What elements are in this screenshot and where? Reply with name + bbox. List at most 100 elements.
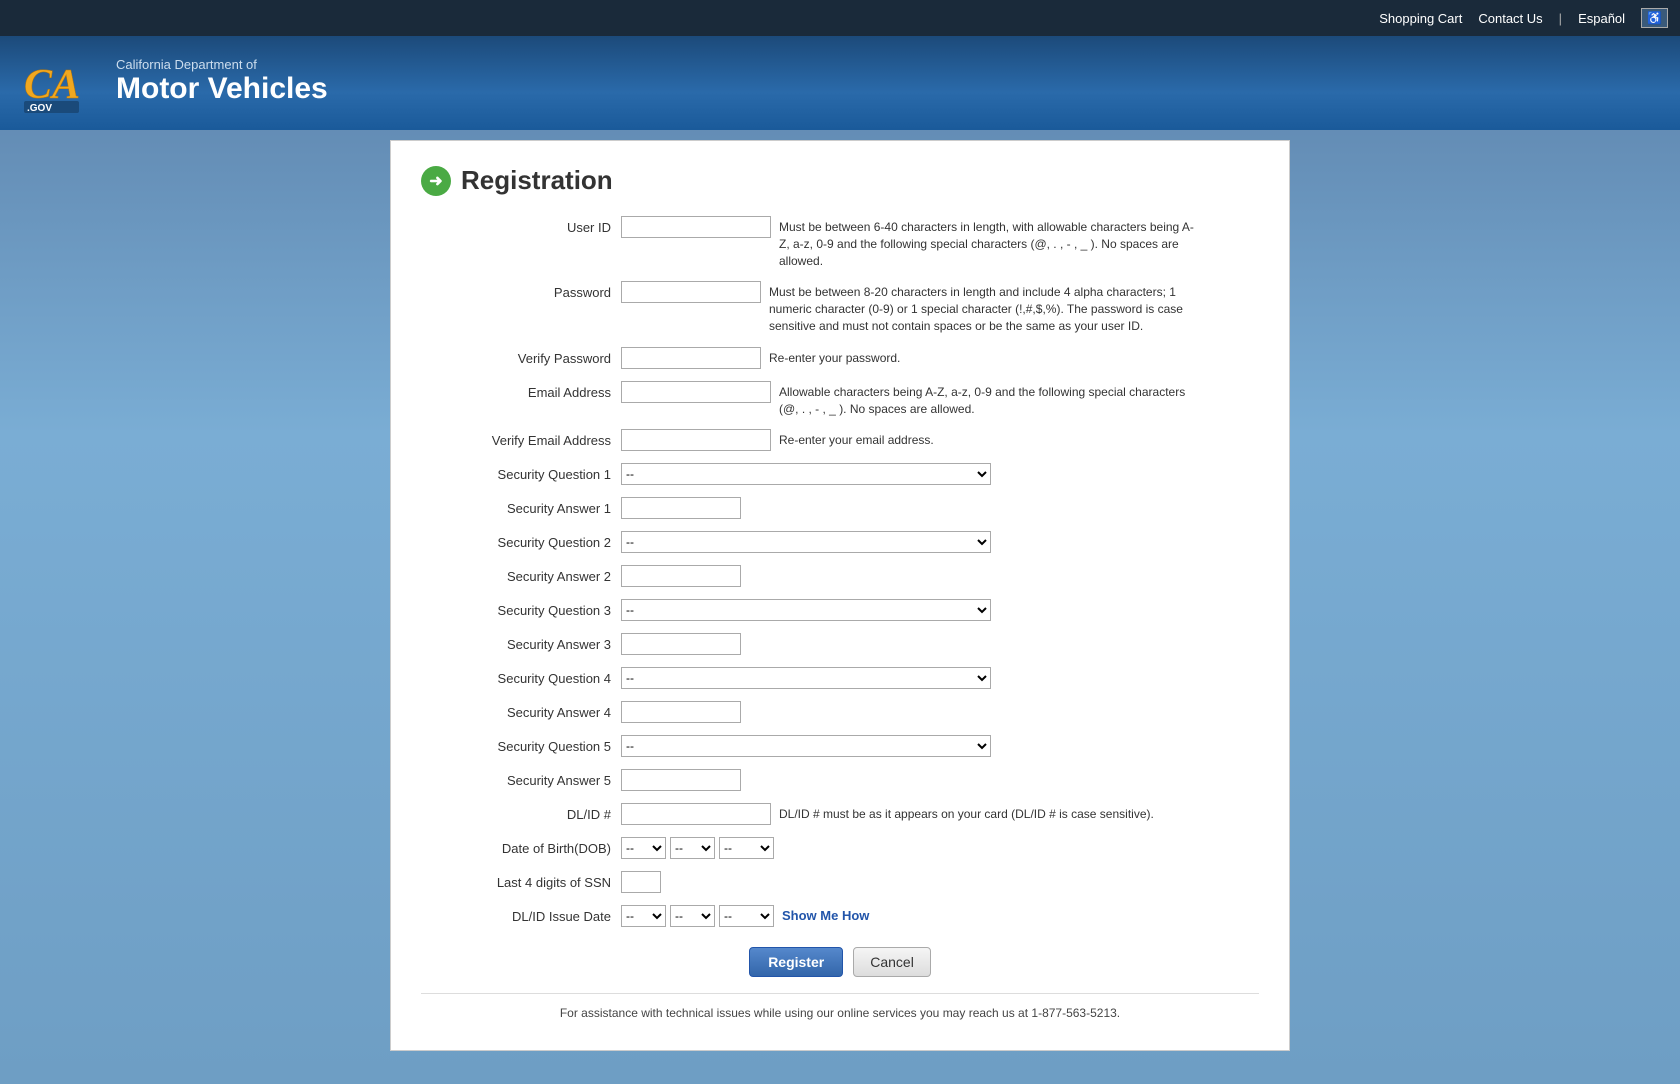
security-answer-3-row: Security Answer 3 bbox=[421, 633, 1259, 655]
dlid-row: DL/ID # DL/ID # must be as it appears on… bbox=[421, 803, 1259, 825]
security-question-3-control: -- bbox=[621, 599, 1259, 621]
verify-password-label: Verify Password bbox=[421, 347, 621, 366]
security-answer-2-input[interactable] bbox=[621, 565, 741, 587]
issue-date-selects: -- -- -- bbox=[621, 905, 774, 927]
issue-date-control-area: -- -- -- Show Me How bbox=[621, 905, 1259, 927]
ssn-input[interactable] bbox=[621, 871, 661, 893]
security-question-1-label: Security Question 1 bbox=[421, 463, 621, 482]
dob-day-select[interactable]: -- bbox=[670, 837, 715, 859]
security-question-2-control: -- bbox=[621, 531, 1259, 553]
verify-email-input[interactable] bbox=[621, 429, 771, 451]
security-answer-5-row: Security Answer 5 bbox=[421, 769, 1259, 791]
security-question-3-row: Security Question 3 -- bbox=[421, 599, 1259, 621]
email-label: Email Address bbox=[421, 381, 621, 400]
footer-note: For assistance with technical issues whi… bbox=[421, 993, 1259, 1020]
page-title: Registration bbox=[461, 165, 613, 196]
issue-date-day-select[interactable]: -- bbox=[670, 905, 715, 927]
issue-date-month-select[interactable]: -- bbox=[621, 905, 666, 927]
registration-icon: ➜ bbox=[421, 166, 451, 196]
security-question-5-select[interactable]: -- bbox=[621, 735, 991, 757]
security-answer-3-label: Security Answer 3 bbox=[421, 633, 621, 652]
security-answer-1-row: Security Answer 1 bbox=[421, 497, 1259, 519]
security-question-2-select[interactable]: -- bbox=[621, 531, 991, 553]
user-id-row: User ID Must be between 6-40 characters … bbox=[421, 216, 1259, 269]
shopping-cart-link[interactable]: Shopping Cart bbox=[1379, 11, 1462, 26]
password-hint: Must be between 8-20 characters in lengt… bbox=[769, 281, 1189, 334]
page-title-row: ➜ Registration bbox=[421, 165, 1259, 196]
user-id-label: User ID bbox=[421, 216, 621, 235]
dob-row: Date of Birth(DOB) -- -- -- bbox=[421, 837, 1259, 859]
security-answer-2-control bbox=[621, 565, 1259, 587]
security-answer-1-input[interactable] bbox=[621, 497, 741, 519]
security-answer-3-input[interactable] bbox=[621, 633, 741, 655]
security-question-1-control: -- bbox=[621, 463, 1259, 485]
dob-selects: -- -- -- bbox=[621, 837, 774, 859]
email-control-area: Allowable characters being A-Z, a-z, 0-9… bbox=[621, 381, 1259, 418]
svg-text:.GOV: .GOV bbox=[27, 103, 52, 114]
password-input[interactable] bbox=[621, 281, 761, 303]
user-id-hint: Must be between 6-40 characters in lengt… bbox=[779, 216, 1199, 269]
security-answer-5-input[interactable] bbox=[621, 769, 741, 791]
dlid-hint: DL/ID # must be as it appears on your ca… bbox=[779, 803, 1154, 823]
cancel-button[interactable]: Cancel bbox=[853, 947, 931, 977]
security-answer-5-control bbox=[621, 769, 1259, 791]
security-question-4-control: -- bbox=[621, 667, 1259, 689]
security-question-4-select[interactable]: -- bbox=[621, 667, 991, 689]
verify-email-control-area: Re-enter your email address. bbox=[621, 429, 1259, 451]
issue-date-label: DL/ID Issue Date bbox=[421, 905, 621, 924]
issue-date-row: DL/ID Issue Date -- -- -- Show Me How bbox=[421, 905, 1259, 927]
arrow-icon: ➜ bbox=[429, 171, 442, 191]
security-answer-4-input[interactable] bbox=[621, 701, 741, 723]
dlid-input[interactable] bbox=[621, 803, 771, 825]
security-question-5-label: Security Question 5 bbox=[421, 735, 621, 754]
main-content: ➜ Registration User ID Must be between 6… bbox=[390, 140, 1290, 1051]
ssn-row: Last 4 digits of SSN bbox=[421, 871, 1259, 893]
logo-area: CA .GOV California Department of Motor V… bbox=[20, 46, 328, 116]
issue-date-year-select[interactable]: -- bbox=[719, 905, 774, 927]
security-question-1-row: Security Question 1 -- bbox=[421, 463, 1259, 485]
dob-month-select[interactable]: -- bbox=[621, 837, 666, 859]
accessibility-button[interactable]: ♿ bbox=[1641, 8, 1668, 28]
verify-password-input[interactable] bbox=[621, 347, 761, 369]
nav-separator: | bbox=[1559, 11, 1562, 26]
register-button[interactable]: Register bbox=[749, 947, 843, 977]
user-id-control-area: Must be between 6-40 characters in lengt… bbox=[621, 216, 1259, 269]
security-answer-2-row: Security Answer 2 bbox=[421, 565, 1259, 587]
button-row: Register Cancel bbox=[421, 947, 1259, 977]
verify-email-row: Verify Email Address Re-enter your email… bbox=[421, 429, 1259, 451]
user-id-input[interactable] bbox=[621, 216, 771, 238]
security-question-5-control: -- bbox=[621, 735, 1259, 757]
security-question-5-row: Security Question 5 -- bbox=[421, 735, 1259, 757]
ssn-label: Last 4 digits of SSN bbox=[421, 871, 621, 890]
password-control-area: Must be between 8-20 characters in lengt… bbox=[621, 281, 1259, 334]
verify-password-hint: Re-enter your password. bbox=[769, 347, 900, 367]
email-row: Email Address Allowable characters being… bbox=[421, 381, 1259, 418]
email-input[interactable] bbox=[621, 381, 771, 403]
security-answer-4-control bbox=[621, 701, 1259, 723]
security-answer-4-row: Security Answer 4 bbox=[421, 701, 1259, 723]
verify-password-row: Verify Password Re-enter your password. bbox=[421, 347, 1259, 369]
password-row: Password Must be between 8-20 characters… bbox=[421, 281, 1259, 334]
show-me-how-link[interactable]: Show Me How bbox=[782, 905, 869, 923]
site-header: CA .GOV California Department of Motor V… bbox=[0, 36, 1680, 130]
dept-line2: Motor Vehicles bbox=[116, 72, 328, 105]
ssn-control-area bbox=[621, 871, 1259, 893]
password-label: Password bbox=[421, 281, 621, 300]
security-question-3-select[interactable]: -- bbox=[621, 599, 991, 621]
dob-label: Date of Birth(DOB) bbox=[421, 837, 621, 856]
top-navigation: Shopping Cart Contact Us | Español ♿ bbox=[0, 0, 1680, 36]
security-answer-5-label: Security Answer 5 bbox=[421, 769, 621, 788]
verify-password-control-area: Re-enter your password. bbox=[621, 347, 1259, 369]
security-question-4-label: Security Question 4 bbox=[421, 667, 621, 686]
security-answer-1-label: Security Answer 1 bbox=[421, 497, 621, 516]
security-question-1-select[interactable]: -- bbox=[621, 463, 991, 485]
security-question-4-row: Security Question 4 -- bbox=[421, 667, 1259, 689]
verify-email-label: Verify Email Address bbox=[421, 429, 621, 448]
dob-year-select[interactable]: -- bbox=[719, 837, 774, 859]
verify-email-hint: Re-enter your email address. bbox=[779, 429, 934, 449]
security-answer-4-label: Security Answer 4 bbox=[421, 701, 621, 720]
contact-us-link[interactable]: Contact Us bbox=[1478, 11, 1542, 26]
security-question-3-label: Security Question 3 bbox=[421, 599, 621, 618]
dob-control-area: -- -- -- bbox=[621, 837, 1259, 859]
espanol-link[interactable]: Español bbox=[1578, 11, 1625, 26]
